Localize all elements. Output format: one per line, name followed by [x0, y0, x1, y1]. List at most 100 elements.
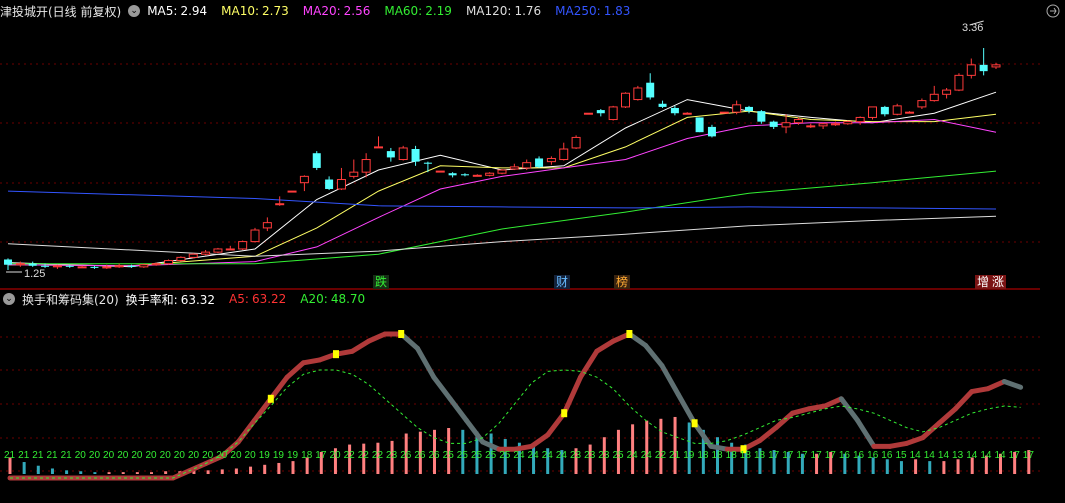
- candlestick: [423, 161, 432, 173]
- chip-count-label: 19: [683, 450, 695, 461]
- a5-segment: [447, 396, 469, 423]
- candlestick: [608, 105, 618, 121]
- chip-count-label: 15: [895, 450, 907, 461]
- chip-count-label: 14: [910, 450, 922, 461]
- candlestick: [806, 123, 816, 128]
- candlestick: [349, 159, 359, 179]
- chip-count-label: 17: [782, 450, 794, 461]
- chip-count-label: 20: [117, 450, 129, 461]
- chip-count-label: 14: [924, 450, 936, 461]
- chip-count-label: 18: [754, 450, 766, 461]
- a5-segment: [170, 468, 192, 481]
- chip-count-label: 21: [4, 450, 16, 461]
- chip-count-label: 14: [995, 450, 1007, 461]
- chip-count-label: 23: [584, 450, 596, 461]
- candlestick: [719, 111, 729, 114]
- chip-count-label: 25: [471, 450, 483, 461]
- signal-marker: [691, 419, 698, 428]
- ma10-line: [7, 110, 997, 267]
- candlestick: [769, 120, 778, 130]
- a5-segment: [594, 338, 616, 354]
- turnover-bar: [899, 461, 903, 474]
- a5-segment: [757, 425, 779, 444]
- candlestick: [880, 105, 889, 117]
- candlestick: [485, 172, 495, 177]
- chip-count-label: 23: [570, 450, 582, 461]
- chip-count-label: 20: [89, 450, 101, 461]
- chip-count-label: 20: [329, 450, 341, 461]
- chip-count-label: 21: [32, 450, 44, 461]
- chip-count-label: 20: [146, 450, 158, 461]
- candlestick: [695, 117, 704, 133]
- event-tag-rise[interactable]: 涨: [990, 275, 1007, 289]
- chip-count-label: 25: [457, 450, 469, 461]
- turnover-bar: [150, 472, 153, 474]
- candlestick: [818, 122, 828, 130]
- a5-segment: [480, 439, 502, 452]
- chip-count-label: 17: [315, 450, 327, 461]
- turnover-bar: [263, 464, 267, 474]
- chip-count-label: 14: [966, 450, 978, 461]
- a5-segment: [838, 396, 861, 423]
- a5-segment: [675, 391, 698, 426]
- chip-count-label: 20: [131, 450, 143, 461]
- candlestick: [114, 263, 124, 268]
- candlestick: [435, 170, 445, 173]
- signal-marker: [267, 394, 274, 403]
- candlestick: [571, 135, 581, 150]
- chip-count-label: 18: [740, 450, 752, 461]
- candlestick: [757, 110, 766, 124]
- ma20-line: [7, 118, 997, 267]
- a5-segment: [920, 420, 942, 441]
- event-tag-finance[interactable]: 财: [554, 275, 571, 289]
- candlestick: [52, 264, 62, 269]
- event-tag-ranking[interactable]: 榜: [614, 275, 631, 289]
- candlestick: [250, 227, 260, 243]
- turnover-bar: [50, 468, 54, 474]
- candlestick: [238, 240, 248, 251]
- turnover-bar: [914, 459, 918, 474]
- turnover-bar: [249, 466, 253, 474]
- turnover-bar: [93, 472, 97, 474]
- ma5-line: [7, 91, 997, 268]
- scroll-right-icon[interactable]: [1046, 4, 1060, 18]
- chip-count-label: 21: [18, 450, 30, 461]
- candlestick: [942, 87, 952, 99]
- chip-count-label: 17: [1009, 450, 1021, 461]
- candlestick: [287, 190, 297, 193]
- chip-count-label: 19: [273, 450, 285, 461]
- signal-marker: [561, 409, 568, 418]
- event-tag-increase[interactable]: 增: [975, 275, 992, 289]
- candlestick: [892, 103, 902, 116]
- chip-count-label: 17: [796, 450, 808, 461]
- chip-count-label: 25: [485, 450, 497, 461]
- chip-count-label: 13: [952, 450, 964, 461]
- chip-count-label: 16: [839, 450, 851, 461]
- chip-count-label: 14: [980, 450, 992, 461]
- candlestick: [633, 85, 643, 101]
- signal-marker: [626, 330, 633, 338]
- candlestick: [732, 100, 742, 115]
- event-tag-drop[interactable]: 跌: [373, 275, 390, 289]
- turnover-bar: [135, 472, 139, 474]
- chip-count-label: 21: [61, 450, 73, 461]
- chip-count-label: 25: [499, 450, 511, 461]
- turnover-bar: [956, 459, 960, 474]
- turnover-bar: [206, 470, 210, 474]
- chip-count-label: 24: [542, 450, 554, 461]
- a5-segment: [985, 379, 1007, 392]
- turnover-bar: [645, 420, 649, 474]
- candlestick: [905, 111, 915, 114]
- stock-chart-canvas[interactable]: 21 21 21 21 21 20 20 20 20 20 20 20 20 20 20 20 20 20 19 19…: [0, 0, 1065, 503]
- turnover-bar: [673, 416, 677, 474]
- chip-count-label: 17: [1023, 450, 1035, 461]
- signal-marker: [398, 330, 405, 338]
- chip-count-label: 17: [825, 450, 837, 461]
- a5-segment: [529, 432, 551, 449]
- signal-marker: [333, 350, 339, 359]
- chip-count-label: 18: [726, 450, 738, 461]
- candlestick: [917, 98, 927, 110]
- candlestick: [583, 112, 593, 115]
- a5-segment: [431, 374, 453, 402]
- chip-count-label: 22: [344, 450, 356, 461]
